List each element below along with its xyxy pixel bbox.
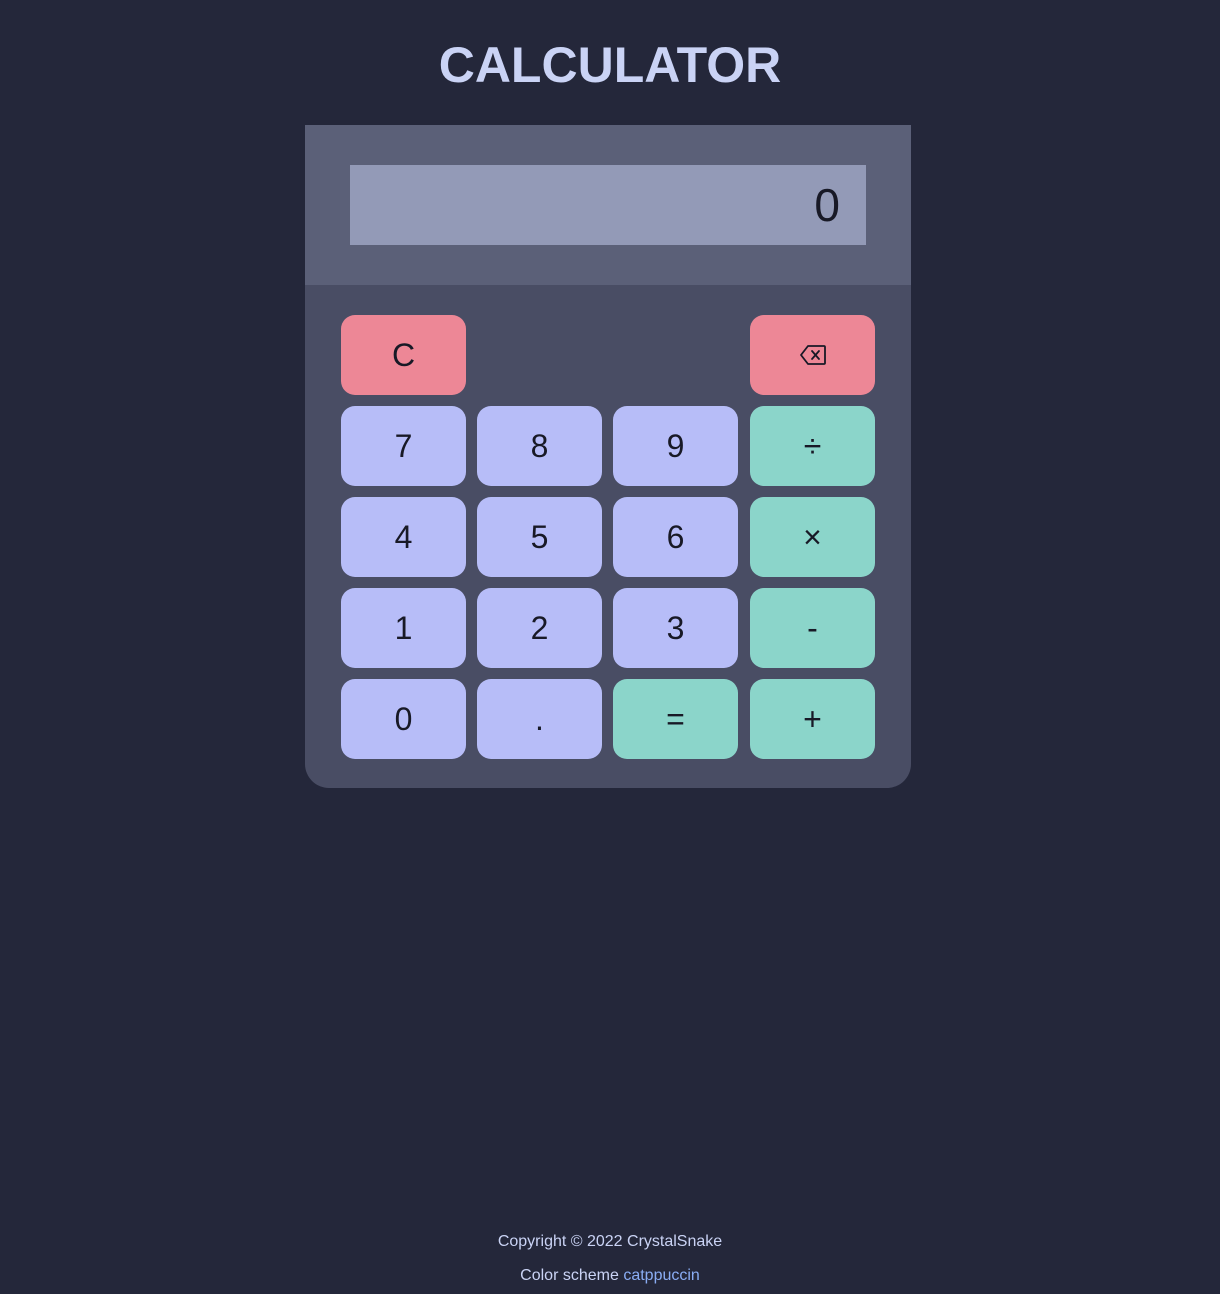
key-8[interactable]: 8 — [477, 406, 602, 486]
key-2[interactable]: 2 — [477, 588, 602, 668]
key-6[interactable]: 6 — [613, 497, 738, 577]
key-0[interactable]: 0 — [341, 679, 466, 759]
add-button[interactable]: + — [750, 679, 875, 759]
page-title: CALCULATOR — [438, 37, 782, 93]
display-bezel: 0 — [305, 125, 911, 285]
clear-button[interactable]: C — [341, 315, 466, 395]
backspace-button[interactable] — [750, 315, 875, 395]
multiply-button[interactable]: × — [750, 497, 875, 577]
catppuccin-link[interactable]: catppuccin — [623, 1267, 700, 1284]
copyright-text: Copyright © 2022 CrystalSnake — [497, 1233, 723, 1250]
calculator-display: 0 — [350, 165, 866, 245]
key-1[interactable]: 1 — [341, 588, 466, 668]
key-4[interactable]: 4 — [341, 497, 466, 577]
subtract-button[interactable]: - — [750, 588, 875, 668]
calculator: 0 C 7 8 9 ÷ 4 5 6 × 1 2 3 - 0 . = + — [305, 125, 911, 788]
color-scheme-label: Color scheme — [520, 1267, 619, 1284]
key-9[interactable]: 9 — [613, 406, 738, 486]
page: CALCULATOR 0 C 7 8 9 ÷ 4 5 6 × 1 2 3 - 0… — [0, 0, 1220, 1294]
key-5[interactable]: 5 — [477, 497, 602, 577]
equals-button[interactable]: = — [613, 679, 738, 759]
divide-button[interactable]: ÷ — [750, 406, 875, 486]
decimal-button[interactable]: . — [477, 679, 602, 759]
key-7[interactable]: 7 — [341, 406, 466, 486]
color-scheme-line: Color scheme catppuccin — [0, 1267, 1220, 1285]
key-3[interactable]: 3 — [613, 588, 738, 668]
backspace-icon — [799, 344, 827, 366]
